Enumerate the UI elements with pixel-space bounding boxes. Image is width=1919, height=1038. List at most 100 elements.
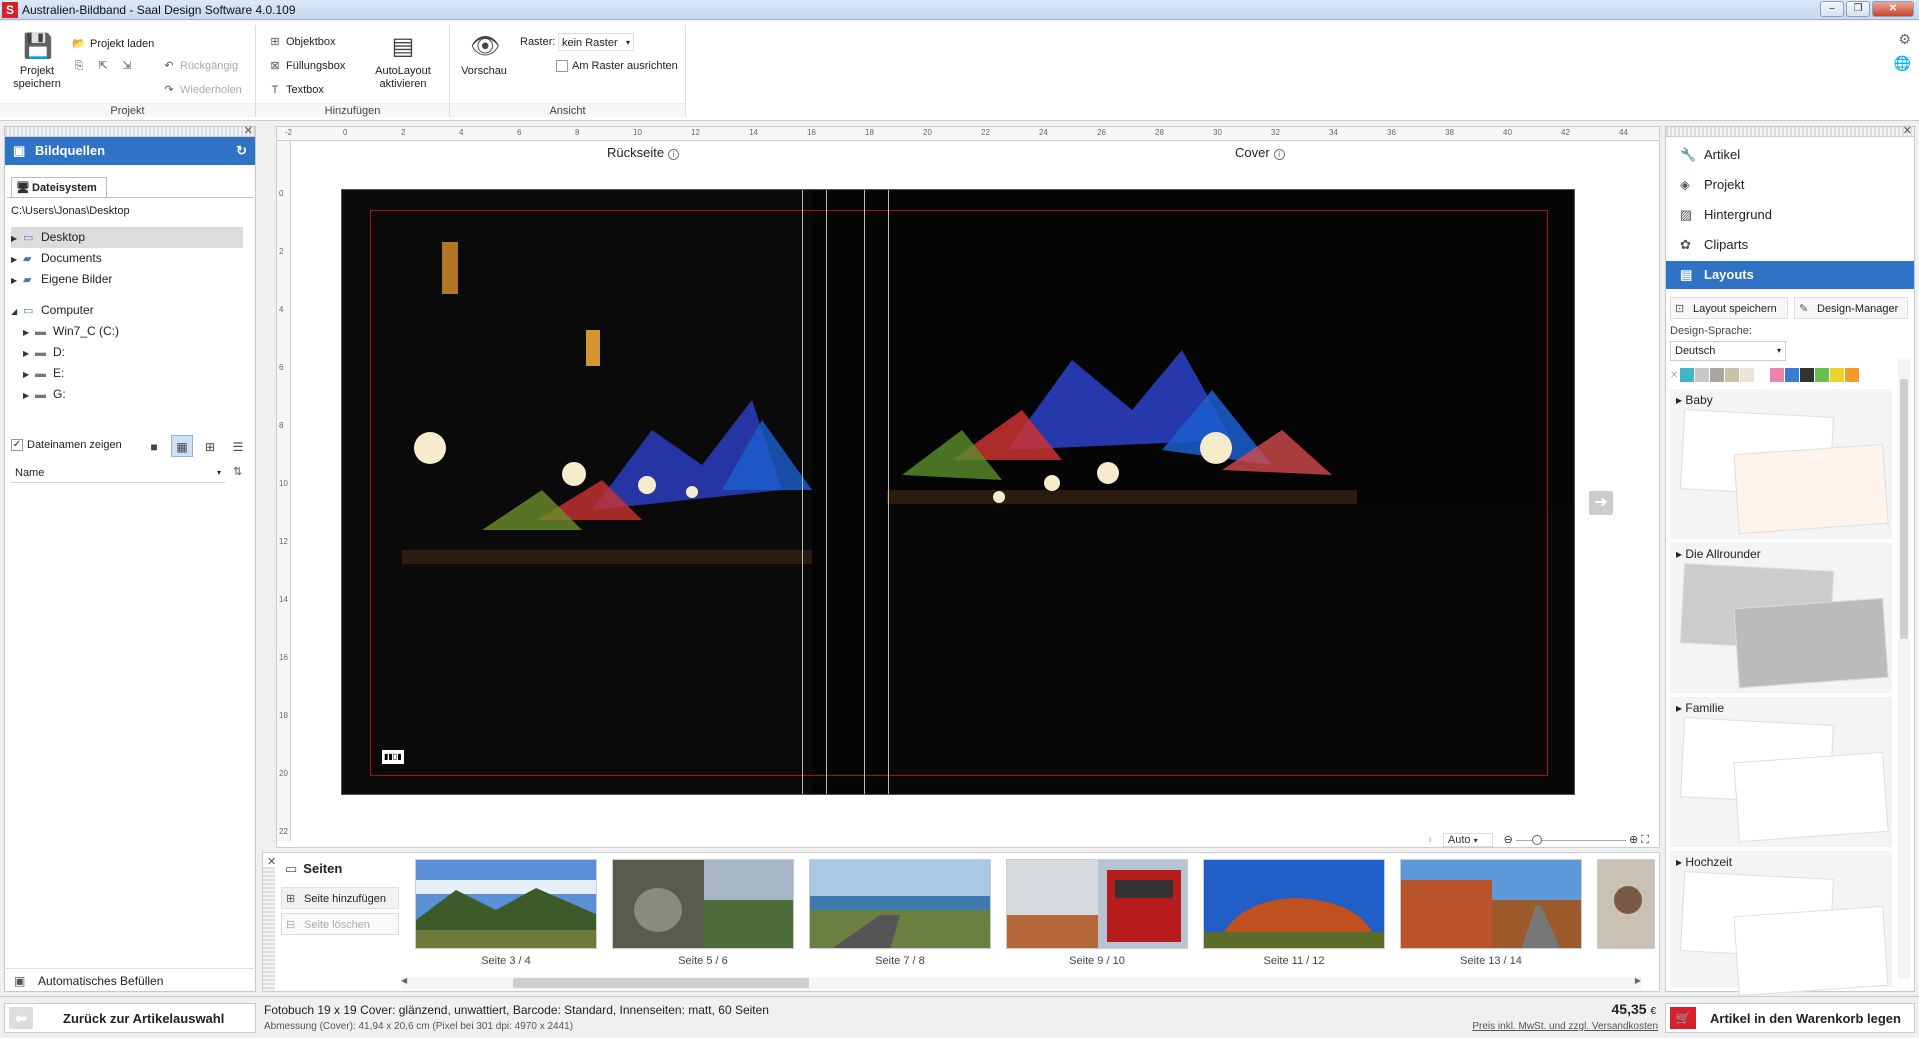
design-manager-button[interactable]: ✎ Design-Manager	[1794, 297, 1908, 319]
view-list-icon[interactable]: ☰	[227, 436, 249, 458]
pages-scroll-thumb[interactable]	[513, 978, 809, 988]
scroll-right-icon[interactable]: ▶	[1635, 976, 1641, 985]
objektbox-button[interactable]: ⊞ Objektbox	[268, 33, 335, 51]
expand-icon[interactable]: ▶	[11, 249, 23, 270]
zoom-out-icon[interactable]: ⊖	[1504, 834, 1513, 846]
tab-dateisystem[interactable]: 🖥 Dateisystem	[11, 177, 107, 197]
export-button[interactable]: ⇱	[96, 57, 114, 75]
import-button[interactable]: ⇲	[120, 57, 138, 75]
save-project-button[interactable]: 💾 Projekt speichern	[10, 33, 64, 91]
layouts-scroll-thumb[interactable]	[1900, 379, 1908, 639]
color-swatch[interactable]	[1740, 367, 1755, 382]
panel-grip[interactable]: ✕	[1666, 124, 1914, 137]
tree-item-drive-c[interactable]: ▶ ▬ Win7_C (C:)	[11, 321, 243, 342]
page-thumb[interactable]	[612, 859, 794, 949]
nav-artikel[interactable]: 🔧 Artikel	[1666, 141, 1914, 169]
expand-icon[interactable]: ▶	[23, 385, 35, 406]
add-to-cart-button[interactable]: 🛒 Artikel in den Warenkorb legen	[1665, 1003, 1915, 1033]
tree-item-desktop[interactable]: ▶ ▭ Desktop	[11, 227, 243, 248]
autofill-button[interactable]: ▣ Automatisches Befüllen	[4, 968, 256, 992]
maximize-button[interactable]: ❐	[1846, 1, 1870, 17]
page-thumb[interactable]	[1203, 859, 1385, 949]
view-single-icon[interactable]: ■	[143, 436, 165, 458]
page-thumb[interactable]	[1006, 859, 1188, 949]
layout-category-hochzeit[interactable]: ▸ Hochzeit	[1670, 851, 1892, 997]
color-swatch[interactable]	[1710, 367, 1725, 382]
zoom-in-icon[interactable]: ⊕	[1629, 834, 1638, 846]
page-thumb[interactable]	[1597, 859, 1655, 949]
price-note-link[interactable]: Preis inkl. MwSt. und zzgl. Versandkoste…	[1404, 1021, 1658, 1032]
sort-direction-icon[interactable]: ⇅	[233, 465, 242, 478]
layout-category-familie[interactable]: ▸ Familie	[1670, 697, 1892, 847]
new-page-button[interactable]: ⎘	[72, 57, 90, 75]
color-swatch[interactable]	[1830, 367, 1845, 382]
tree-item-drive-g[interactable]: ▶ ▬ G:	[11, 384, 243, 405]
close-panel-icon[interactable]: ✕	[1903, 124, 1912, 137]
tree-item-drive-e[interactable]: ▶ ▬ E:	[11, 363, 243, 384]
layout-category-allrounder[interactable]: ▸ Die Allrounder	[1670, 543, 1892, 693]
sort-select[interactable]: Name ▾	[11, 463, 225, 483]
zoom-slider[interactable]	[1515, 834, 1626, 845]
next-spread-arrow-icon[interactable]: ➜	[1589, 491, 1613, 515]
page-thumb[interactable]	[415, 859, 597, 949]
back-to-article-button[interactable]: ⬅ Zurück zur Artikelauswahl	[4, 1003, 256, 1033]
zoom-select[interactable]: Auto ▾	[1442, 833, 1493, 847]
undo-button[interactable]: ↶ Rückgängig	[162, 57, 238, 75]
load-project-button[interactable]: 📂 Projekt laden	[72, 35, 154, 53]
cover-spread[interactable]: ▮▮▯▮	[341, 189, 1575, 795]
clear-filter-icon[interactable]: ✕	[1670, 370, 1678, 381]
panel-grip[interactable]: ✕	[5, 124, 255, 137]
color-swatch[interactable]	[1785, 367, 1800, 382]
collapse-icon[interactable]: ◢	[11, 301, 23, 322]
tree-item-drive-d[interactable]: ▶ ▬ D:	[11, 342, 243, 363]
tree-item-eigene-bilder[interactable]: ▶ ▰ Eigene Bilder	[11, 269, 243, 290]
tree-item-computer[interactable]: ◢ ▭ Computer	[11, 300, 243, 321]
info-icon[interactable]: i	[668, 149, 680, 160]
layouts-scrollbar[interactable]	[1898, 359, 1910, 979]
tree-item-documents[interactable]: ▶ ▰ Documents	[11, 248, 243, 269]
expand-icon[interactable]: ▶	[23, 322, 35, 343]
view-small-grid-icon[interactable]: ⊞	[199, 436, 221, 458]
expand-icon[interactable]: ▶	[11, 228, 23, 249]
nav-cliparts[interactable]: ✿ Cliparts	[1666, 231, 1914, 259]
save-layout-button[interactable]: ⊡ Layout speichern	[1670, 297, 1788, 319]
color-swatch[interactable]	[1695, 367, 1710, 382]
color-swatch[interactable]	[1755, 367, 1770, 382]
pages-grip[interactable]	[263, 867, 275, 991]
globe-icon[interactable]: 🌐	[1894, 55, 1911, 72]
close-button[interactable]: ✕	[1872, 1, 1914, 17]
zoom-fit-icon[interactable]: ⛶	[1641, 834, 1649, 846]
snap-to-grid-checkbox[interactable]: Am Raster ausrichten	[556, 57, 678, 75]
expand-icon[interactable]: ▶	[11, 270, 23, 291]
redo-button[interactable]: ↷ Wiederholen	[162, 81, 241, 99]
nav-projekt[interactable]: ◈ Projekt	[1666, 171, 1914, 199]
color-swatch[interactable]	[1845, 367, 1860, 382]
nav-hintergrund[interactable]: ▨ Hintergrund	[1666, 201, 1914, 229]
textbox-button[interactable]: T Textbox	[268, 81, 324, 99]
expand-icon[interactable]: ▶	[23, 343, 35, 364]
autolayout-button[interactable]: ▤ AutoLayout aktivieren	[368, 33, 438, 91]
info-icon[interactable]: i	[1273, 149, 1285, 160]
close-panel-icon[interactable]: ✕	[244, 124, 253, 137]
design-language-select[interactable]: Deutsch ▾	[1670, 341, 1786, 361]
view-large-grid-icon[interactable]: ▦	[171, 435, 193, 457]
expand-icon[interactable]: ▶	[23, 364, 35, 385]
show-filenames-checkbox[interactable]: ✓ Dateinamen zeigen	[11, 439, 122, 452]
layout-category-baby[interactable]: ▸ Baby	[1670, 389, 1892, 539]
color-swatch[interactable]	[1800, 367, 1815, 382]
preview-button[interactable]: 👁 Vorschau	[456, 33, 512, 78]
pages-scrollbar[interactable]: ◀ ▶	[401, 976, 1641, 989]
color-swatch[interactable]	[1770, 367, 1785, 382]
raster-select[interactable]: kein Raster ▾	[558, 33, 634, 51]
color-swatch[interactable]	[1815, 367, 1830, 382]
chevron-right-icon[interactable]: ›	[1428, 834, 1432, 846]
fuellungsbox-button[interactable]: ⊠ Füllungsbox	[268, 57, 345, 75]
scroll-left-icon[interactable]: ◀	[401, 976, 407, 985]
nav-layouts[interactable]: ▤ Layouts	[1666, 261, 1914, 289]
color-swatch[interactable]	[1680, 367, 1695, 382]
color-swatch[interactable]	[1725, 367, 1740, 382]
page-thumb[interactable]	[1400, 859, 1582, 949]
add-page-button[interactable]: ⊞ Seite hinzufügen	[281, 887, 399, 909]
refresh-icon[interactable]: ↻	[236, 137, 247, 165]
delete-page-button[interactable]: ⊟ Seite löschen	[281, 913, 399, 935]
